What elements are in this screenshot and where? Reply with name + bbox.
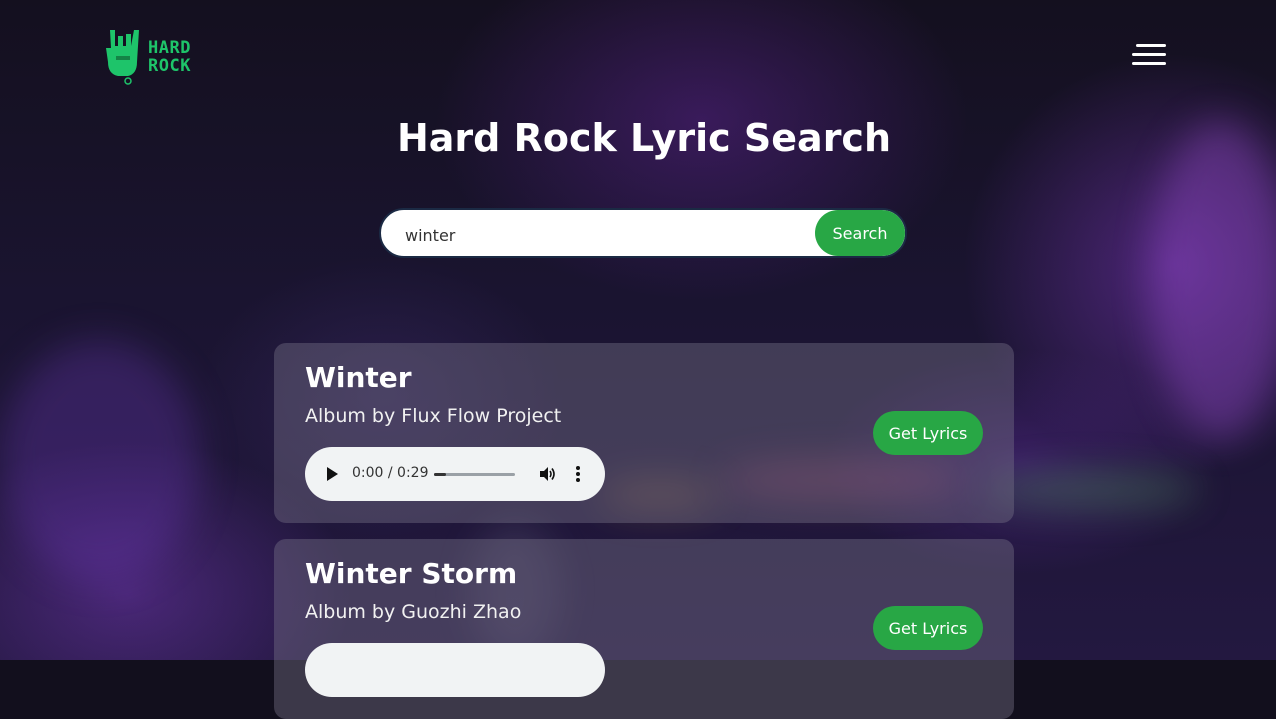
logo-line-1: HARD (148, 38, 191, 58)
song-title: Winter Storm (305, 557, 518, 590)
more-options-icon[interactable] (575, 465, 581, 483)
search-button[interactable]: Search (815, 210, 905, 256)
audio-player (305, 643, 605, 697)
result-card: Winter Storm Album by Guozhi Zhao Get Ly… (274, 539, 1014, 719)
page-title: Hard Rock Lyric Search (396, 116, 892, 160)
song-title: Winter (305, 361, 412, 394)
rock-hand-icon (106, 30, 139, 85)
logo[interactable]: HARD ROCK (104, 26, 196, 88)
progress-slider[interactable] (434, 473, 515, 476)
player-time: 0:00 / 0:29 (352, 465, 429, 481)
hamburger-menu-icon[interactable] (1132, 42, 1168, 70)
search-bar: Search (379, 208, 907, 258)
search-input[interactable] (403, 222, 817, 248)
result-card: Winter Album by Flux Flow Project 0:00 /… (274, 343, 1014, 523)
album-artist: Album by Flux Flow Project (305, 405, 562, 427)
volume-icon[interactable] (538, 465, 556, 483)
get-lyrics-button[interactable]: Get Lyrics (873, 411, 983, 455)
album-artist: Album by Guozhi Zhao (305, 601, 522, 623)
play-icon[interactable] (327, 467, 338, 481)
get-lyrics-button[interactable]: Get Lyrics (873, 606, 983, 650)
audio-player: 0:00 / 0:29 (305, 447, 605, 501)
logo-line-2: ROCK (148, 56, 191, 76)
progress-fill (434, 473, 447, 476)
logo-text: HARD ROCK (148, 39, 191, 75)
